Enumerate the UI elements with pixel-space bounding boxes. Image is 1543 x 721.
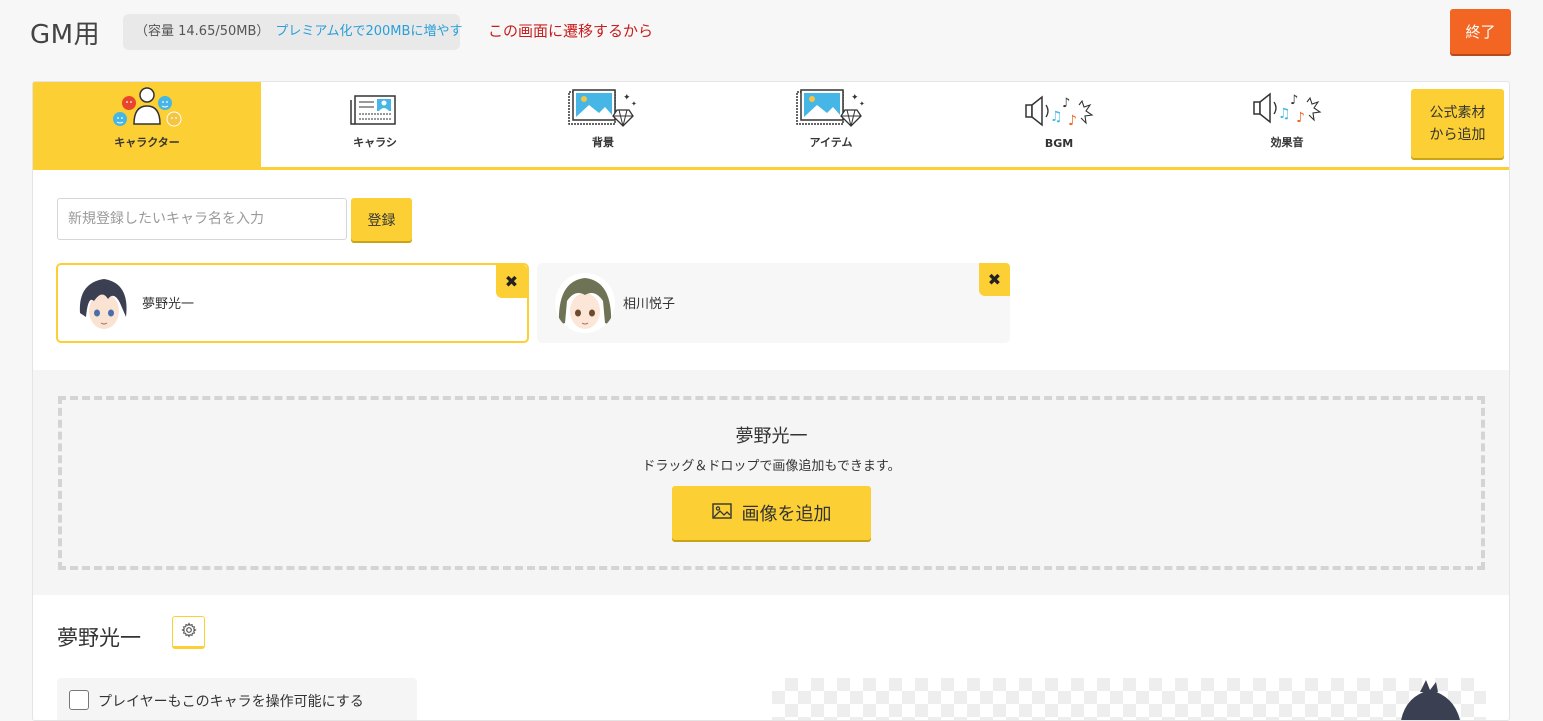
svg-text:✦: ✦	[631, 100, 637, 108]
dropzone-hint: ドラッグ＆ドロップで画像追加もできます。	[642, 459, 901, 474]
svg-text:♪: ♪	[1290, 93, 1298, 108]
tab-item-label: アイテム	[809, 136, 853, 149]
svg-text:✦: ✦	[623, 93, 631, 103]
capacity-text: （容量 14.65/50MB）	[135, 24, 270, 39]
tab-sound-effect-label: 効果音	[1270, 136, 1304, 149]
image-icon	[711, 502, 732, 524]
official-button-line2: から追加	[1429, 126, 1486, 143]
tab-bgm[interactable]: ♫ ♪ ♪ BGM	[945, 82, 1173, 167]
capacity-indicator: （容量 14.65/50MB） プレミアム化で200MBに増やす	[123, 14, 462, 50]
svg-text:♫: ♫	[1278, 106, 1291, 122]
character-settings-button[interactable]	[172, 616, 205, 649]
character-sheet-icon	[349, 88, 401, 128]
official-button-line1: 公式素材	[1429, 104, 1486, 121]
dropzone-character-name: 夢野光一	[735, 426, 808, 447]
add-image-label: 画像を追加	[741, 504, 832, 525]
tab-bgm-label: BGM	[1044, 137, 1074, 150]
material-panel: キャラクター キャラシ ✦ ✦ 背景 ✦ ✦ アイテム ♫ ♪ ♪ BGM ♫ …	[32, 81, 1510, 721]
character-name: 相川悦子	[623, 297, 676, 312]
svg-text:♪: ♪	[1062, 96, 1070, 111]
player-control-checkbox[interactable]	[69, 690, 89, 710]
bgm-speaker-icon: ♫ ♪ ♪	[1024, 91, 1094, 131]
background-image-icon: ✦ ✦	[567, 88, 639, 128]
transition-note: この画面に遷移するから	[488, 22, 654, 40]
character-card-aikawa[interactable]: 相川悦子 ✖	[537, 263, 1010, 343]
register-button[interactable]: 登録	[351, 198, 412, 241]
gear-icon	[180, 622, 197, 641]
exit-button[interactable]: 終了	[1450, 9, 1511, 54]
delete-character-button[interactable]: ✖	[496, 265, 527, 298]
tab-background-label: 背景	[592, 136, 614, 149]
tab-character-sheet-label: キャラシ	[353, 136, 397, 149]
player-control-option: プレイヤーもこのキャラを操作可能にする	[57, 678, 417, 720]
image-dropzone[interactable]: 夢野光一 ドラッグ＆ドロップで画像追加もできます。 画像を追加	[58, 396, 1485, 570]
page-title: GM用	[30, 20, 101, 50]
tab-background[interactable]: ✦ ✦ 背景	[489, 82, 717, 167]
new-character-name-input[interactable]	[57, 198, 347, 240]
tab-item[interactable]: ✦ ✦ アイテム	[717, 82, 945, 167]
player-control-label: プレイヤーもこのキャラを操作可能にする	[98, 694, 364, 710]
character-preview-figure	[1392, 678, 1472, 720]
delete-character-button[interactable]: ✖	[979, 263, 1010, 296]
svg-text:✦: ✦	[851, 93, 859, 103]
add-official-material-button[interactable]: 公式素材 から追加	[1411, 89, 1504, 158]
svg-text:✦: ✦	[859, 100, 865, 108]
top-bar: GM用 （容量 14.65/50MB） プレミアム化で200MBに増やす この画面…	[0, 0, 1543, 66]
character-name: 夢野光一	[142, 297, 195, 312]
character-card-yumeno[interactable]: 夢野光一 ✖	[56, 263, 529, 343]
avatar	[555, 273, 615, 333]
add-image-button[interactable]: 画像を追加	[672, 486, 871, 540]
character-icon	[107, 87, 187, 128]
svg-text:♪: ♪	[1296, 110, 1305, 126]
tab-sound-effect[interactable]: ♫ ♪ ♪ 効果音	[1173, 82, 1401, 167]
avatar	[74, 273, 134, 333]
selected-character-title: 夢野光一	[57, 626, 141, 650]
image-drop-section: 夢野光一 ドラッグ＆ドロップで画像追加もできます。 画像を追加	[33, 370, 1509, 595]
item-image-icon: ✦ ✦	[795, 88, 867, 128]
tab-character-label: キャラクター	[114, 136, 180, 149]
material-tabs: キャラクター キャラシ ✦ ✦ 背景 ✦ ✦ アイテム ♫ ♪ ♪ BGM ♫ …	[33, 82, 1509, 170]
premium-upgrade-link[interactable]: プレミアム化で200MBに増やす	[275, 24, 462, 39]
sound-effect-icon: ♫ ♪ ♪	[1252, 88, 1322, 128]
character-image-preview	[772, 678, 1486, 720]
tab-character[interactable]: キャラクター	[33, 82, 261, 167]
tab-character-sheet[interactable]: キャラシ	[261, 82, 489, 167]
svg-text:♫: ♫	[1050, 109, 1063, 125]
svg-text:♪: ♪	[1068, 113, 1077, 129]
